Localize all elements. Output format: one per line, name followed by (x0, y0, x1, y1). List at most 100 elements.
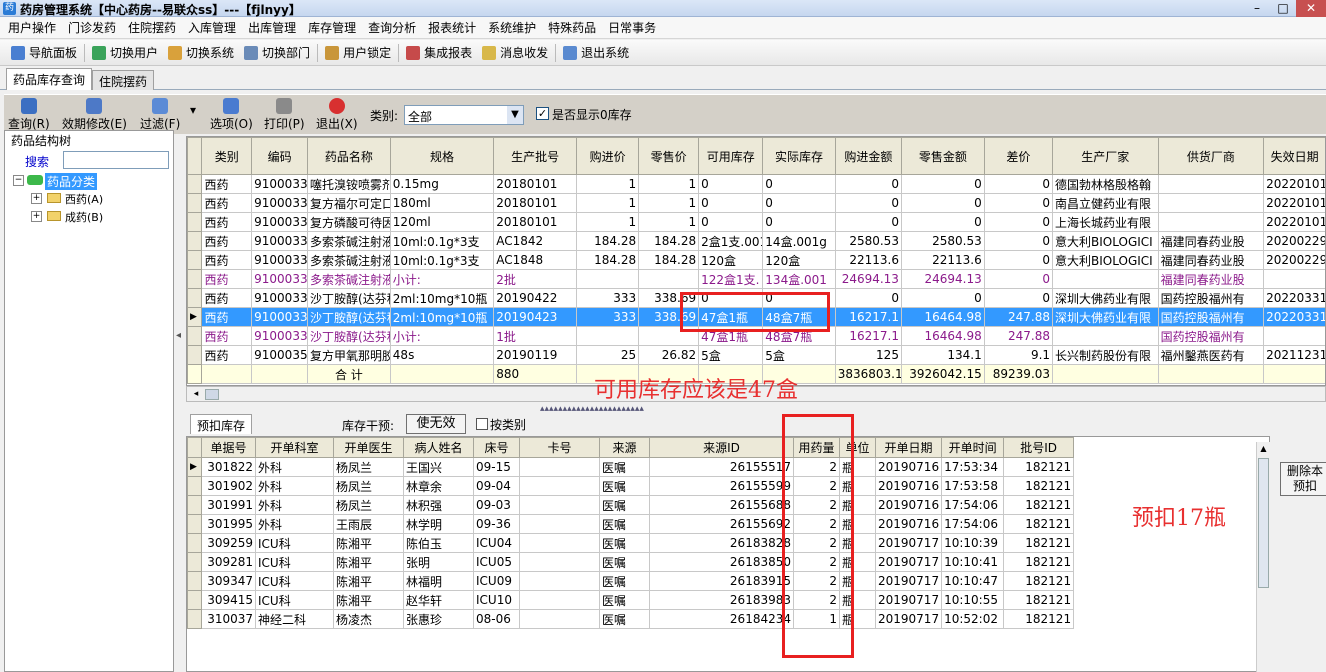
menu-query[interactable]: 查询分析 (362, 19, 422, 36)
menu-user-ops[interactable]: 用户操作 (2, 19, 62, 36)
filter-button[interactable]: 过滤(F) (140, 98, 180, 132)
tab-stock-query[interactable]: 药品库存查询 (6, 68, 93, 90)
table-row[interactable]: 309281 ICU科 陈湘平 张明 ICU05 医嘱 26183850 2 瓶 20190717… (187, 552, 1075, 572)
col-header[interactable]: 卡号 (519, 437, 600, 458)
table-row[interactable]: 西药9100033复方福尔可定口服180ml201801011100000南昌立… (187, 193, 1325, 213)
tree-expand-toggle[interactable]: + (31, 193, 42, 204)
tree-expand-toggle[interactable]: + (31, 211, 42, 222)
tree-collapse-toggle[interactable]: − (13, 175, 24, 186)
col-header[interactable]: 可用库存 (698, 137, 764, 175)
table-row[interactable]: 西药9100033复方磷酸可待因口120ml201801011100000上海长… (187, 212, 1325, 232)
table-cell: 9.1 (983, 345, 1054, 365)
table-row[interactable]: 310037 神经二科 杨凌杰 张惠珍 08-06 医嘱 26184234 1 瓶 2019071… (187, 609, 1075, 629)
col-header[interactable]: 零售金额 (900, 137, 985, 175)
menu-outpatient[interactable]: 门诊发药 (62, 19, 122, 36)
user-lock-button[interactable]: 用户锁定 (320, 44, 396, 61)
col-header[interactable]: 实际库存 (762, 137, 836, 175)
switch-user-button[interactable]: 切换用户 (87, 44, 163, 61)
table-row[interactable]: 301995 外科 王雨辰 林学明 09-36 医嘱 26155692 2 瓶 20190716 1… (187, 514, 1075, 534)
tree-root[interactable]: 药品分类 (45, 173, 98, 190)
invalidate-button[interactable]: 使无效 (406, 414, 466, 434)
table-row[interactable]: 309415 ICU科 陈湘平 赵华轩 ICU10 医嘱 26183983 2 瓶 2019071… (187, 590, 1075, 610)
col-header[interactable]: 生产厂家 (1052, 137, 1159, 175)
col-header[interactable]: 供货厂商 (1157, 137, 1265, 175)
delete-reserve-button[interactable]: 删除本 预扣 (1280, 462, 1326, 496)
col-header[interactable]: 床号 (473, 437, 520, 458)
col-header[interactable]: 差价 (983, 137, 1054, 175)
maximize-button[interactable]: □ (1270, 0, 1296, 17)
menu-inventory[interactable]: 库存管理 (302, 19, 362, 36)
col-header[interactable]: 开单科室 (255, 437, 334, 458)
col-header[interactable]: 开单日期 (874, 437, 943, 458)
table-row[interactable]: 西药 9100033 多索茶碱注射液 小计: 2批 122盒1支. 134盒.001 2469… (187, 269, 1325, 289)
filter-dropdown-arrow[interactable]: ▾ (190, 103, 196, 117)
table-cell: 0 (983, 193, 1054, 213)
message-button[interactable]: 消息收发 (477, 44, 553, 61)
tab-reserved-stock[interactable]: 预扣库存 (190, 414, 253, 434)
minimize-button[interactable]: – (1244, 0, 1270, 17)
exit-button[interactable]: 退出(X) (316, 98, 358, 132)
show-zero-checkbox[interactable]: ✓ (536, 107, 549, 120)
options-button[interactable]: 选项(O) (210, 98, 253, 132)
table-row[interactable]: 301991 外科 杨凤兰 林积强 09-03 医嘱 26155688 2 瓶 20190716 1… (187, 495, 1075, 515)
scroll-left-icon[interactable]: ◂ (189, 388, 203, 400)
splitter-handle[interactable]: ▴▴▴▴▴▴▴▴▴▴▴▴▴▴▴▴▴▴▴▴▴▴▴ (540, 404, 644, 414)
table-cell: 180ml (389, 193, 495, 213)
reserve-vscrollbar[interactable]: ▲ (1256, 442, 1270, 672)
by-category-checkbox[interactable] (476, 418, 488, 430)
print-button[interactable]: 打印(P) (264, 98, 305, 132)
table-row[interactable]: 西药 9100033 多索茶碱注射液 10ml:0.1g*3支 AC1842 184.28… (187, 231, 1325, 251)
menu-stock-out[interactable]: 出库管理 (242, 19, 302, 36)
tree-item-patent[interactable]: 成药(B) (65, 209, 103, 225)
table-row[interactable]: 西药 9100033 多索茶碱注射液 10ml:0.1g*3支 AC1848 184.28… (187, 250, 1325, 270)
col-header[interactable]: 来源ID (649, 437, 794, 458)
table-row[interactable]: 西药 9100033 噻托溴铵喷雾剂(0.15mg 20180101 1 1 0 0 0 0 0 德国… (187, 174, 1325, 194)
col-header[interactable]: 来源 (599, 437, 650, 458)
scroll-up-icon[interactable]: ▲ (1257, 444, 1270, 456)
query-button[interactable]: 查询(R) (8, 98, 50, 132)
tree-item-western[interactable]: 西药(A) (65, 191, 103, 207)
menu-stock-in[interactable]: 入库管理 (182, 19, 242, 36)
nav-panel-button[interactable]: 导航面板 (6, 44, 82, 61)
scroll-thumb[interactable] (1258, 458, 1269, 588)
table-cell: 20190717 (874, 533, 943, 553)
col-header[interactable]: 批号ID (1003, 437, 1075, 458)
col-header[interactable]: 药品名称 (307, 137, 391, 175)
table-row[interactable]: 301902 外科 杨凤兰 林章余 09-04 医嘱 26155599 2 瓶 20190716 1… (187, 476, 1075, 496)
table-row[interactable]: 西药9100035复方甲氧那明胶囊48s201901192526.825盒5盒1… (187, 345, 1325, 365)
menu-special[interactable]: 特殊药品 (542, 19, 602, 36)
close-button[interactable]: ✕ (1296, 0, 1326, 17)
scroll-thumb[interactable] (205, 389, 219, 400)
tab-inpatient[interactable]: 住院摆药 (92, 70, 155, 90)
switch-dept-button[interactable]: 切换部门 (239, 44, 315, 61)
col-header[interactable]: 开单医生 (333, 437, 404, 458)
col-header[interactable]: 生产批号 (493, 137, 578, 175)
report-button[interactable]: 集成报表 (401, 44, 477, 61)
col-header[interactable]: 购进金额 (834, 137, 902, 175)
exit-system-button[interactable]: 退出系统 (558, 44, 634, 61)
col-header[interactable]: 开单时间 (941, 437, 1005, 458)
col-header[interactable]: 规格 (389, 137, 495, 175)
col-header[interactable]: 单据号 (201, 437, 256, 458)
menu-reports[interactable]: 报表统计 (422, 19, 482, 36)
menu-system[interactable]: 系统维护 (482, 19, 542, 36)
switch-system-button[interactable]: 切换系统 (163, 44, 239, 61)
menu-inpatient[interactable]: 住院摆药 (122, 19, 182, 36)
category-select[interactable]: 全部 ▼ (404, 105, 524, 125)
tree-search-input[interactable] (63, 151, 169, 169)
col-header[interactable]: 购进价 (576, 137, 640, 175)
table-cell: 多索茶碱注射液 (307, 250, 391, 270)
col-header[interactable]: 零售价 (638, 137, 700, 175)
table-row[interactable]: ▶ 301822 外科 杨凤兰 王国兴 09-15 医嘱 26155517 2 瓶 20190716… (187, 457, 1075, 477)
menu-daily[interactable]: 日常事务 (602, 19, 662, 36)
col-header[interactable]: 编码 (251, 137, 309, 175)
table-row[interactable]: 309347 ICU科 陈湘平 林福明 ICU09 医嘱 26183915 2 瓶 2019071… (187, 571, 1075, 591)
col-header[interactable]: 类别 (201, 137, 253, 175)
splitter-arrow[interactable]: ◂ (176, 330, 184, 350)
col-header[interactable]: 病人姓名 (403, 437, 474, 458)
table-row[interactable]: 309259 ICU科 陈湘平 陈伯玉 ICU04 医嘱 26183828 2 瓶 2019071… (187, 533, 1075, 553)
chevron-down-icon[interactable]: ▼ (507, 106, 523, 124)
expiry-edit-button[interactable]: 效期修改(E) (62, 98, 127, 132)
table-cell: 09-15 (473, 457, 520, 477)
col-header[interactable]: 失效日期 (1263, 137, 1325, 175)
